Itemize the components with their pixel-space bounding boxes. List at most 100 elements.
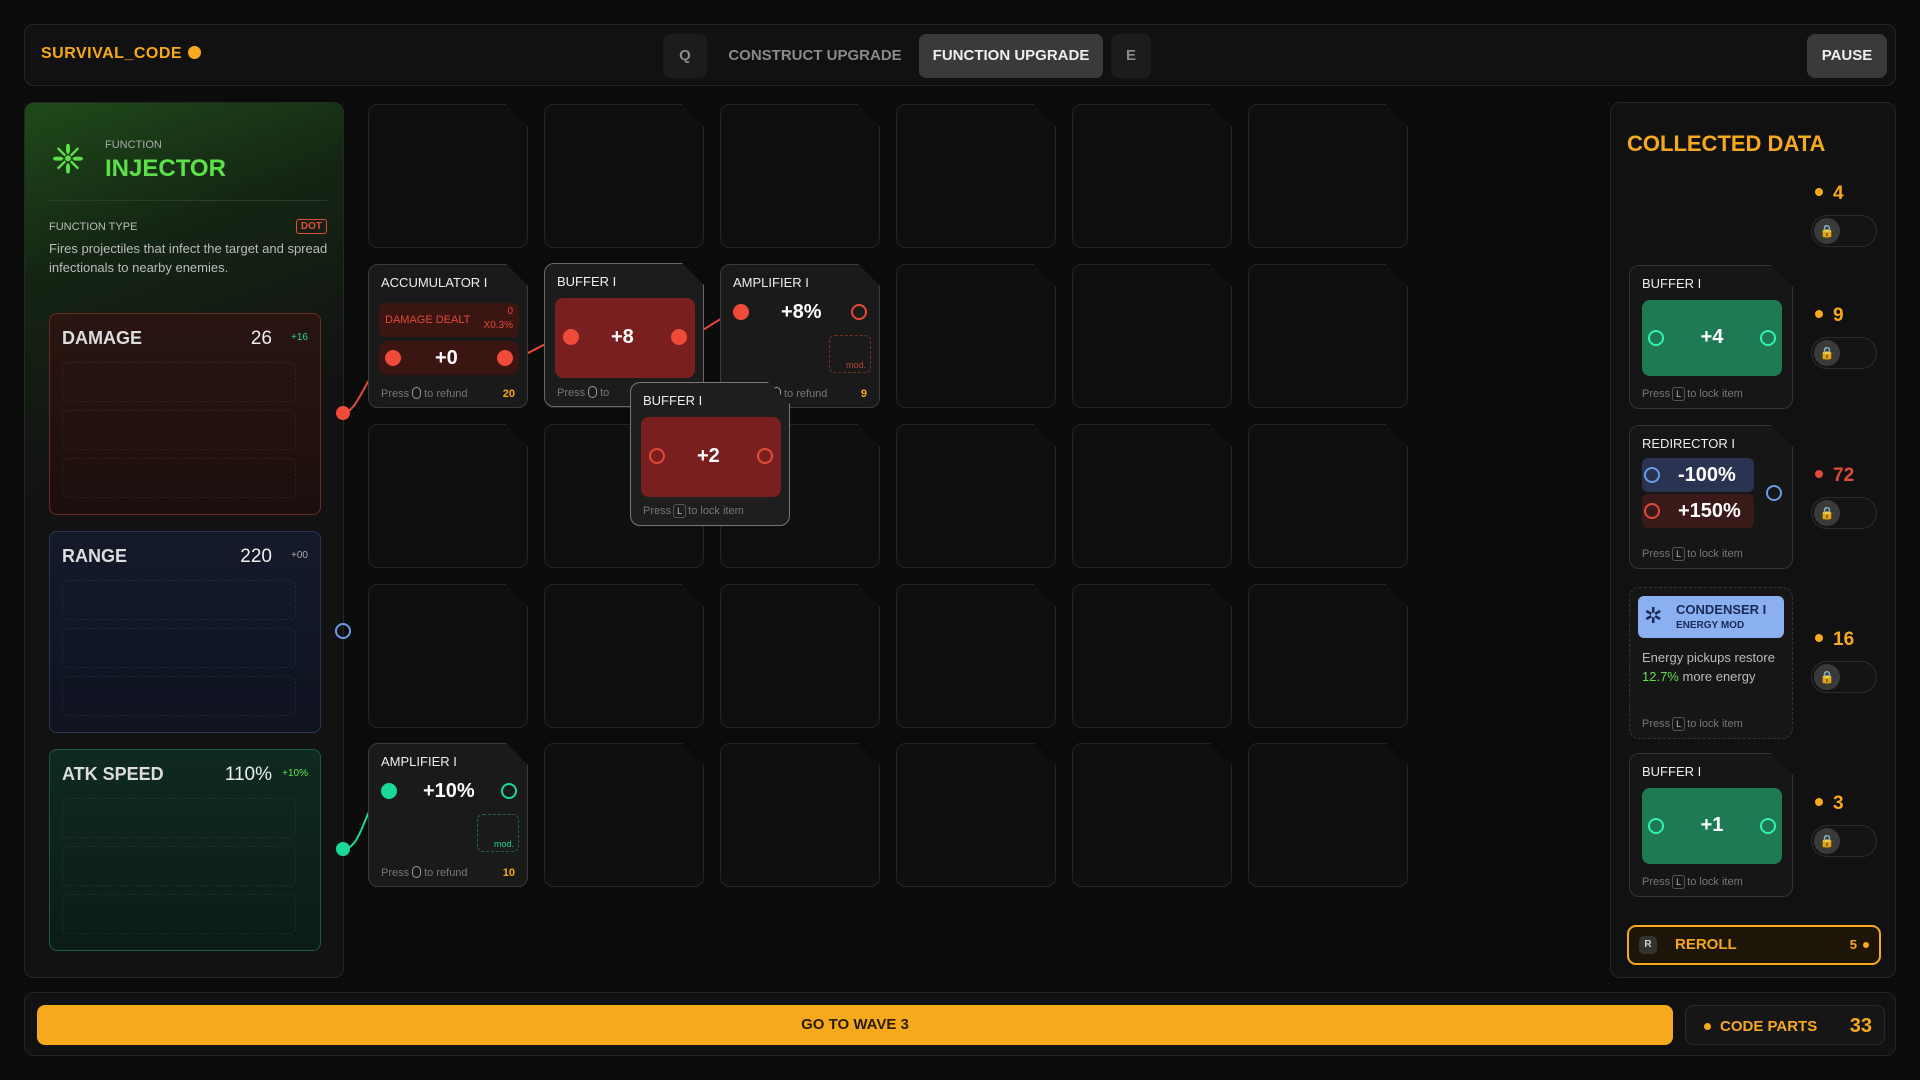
lock-toggle[interactable]: 🔒 xyxy=(1811,497,1877,529)
grid-slot[interactable] xyxy=(1072,424,1232,568)
lock-toggle[interactable]: 🔒 xyxy=(1811,661,1877,693)
coin-icon xyxy=(1815,188,1823,196)
input-port[interactable] xyxy=(1648,330,1664,346)
stat-slot[interactable] xyxy=(62,362,296,402)
key-hint: L xyxy=(1672,387,1685,401)
card-value: +2 xyxy=(697,445,720,467)
card-footer: Press to refund xyxy=(381,388,468,400)
tab-prev-key[interactable]: Q xyxy=(663,34,707,78)
input-port[interactable] xyxy=(563,329,579,345)
mod-slot[interactable]: mod. xyxy=(477,814,519,852)
stat-slot[interactable] xyxy=(62,676,296,716)
card-title: AMPLIFIER I xyxy=(733,275,809,290)
input-port[interactable] xyxy=(1648,818,1664,834)
output-port[interactable] xyxy=(757,448,773,464)
input-port[interactable] xyxy=(1644,467,1660,483)
lock-toggle[interactable]: 🔒 xyxy=(1811,825,1877,857)
grid-slot[interactable] xyxy=(368,424,528,568)
code-parts-label: CODE PARTS xyxy=(1720,1018,1818,1035)
grid-slot[interactable] xyxy=(544,104,704,248)
collected-item-redirector[interactable]: REDIRECTOR I -100% +150% Press Lto lock i… xyxy=(1629,425,1793,569)
grid-slot[interactable] xyxy=(544,584,704,728)
reroll-label: REROLL xyxy=(1675,936,1737,953)
grid-slot[interactable] xyxy=(1248,743,1408,887)
grid-slot[interactable] xyxy=(896,104,1056,248)
function-kind-label: FUNCTION xyxy=(105,139,162,151)
input-port[interactable] xyxy=(1644,503,1660,519)
stat-bonus: +00 xyxy=(291,550,308,561)
grid-slot[interactable] xyxy=(1248,104,1408,248)
grid-slot[interactable] xyxy=(1248,264,1408,408)
card-title: BUFFER I xyxy=(1642,764,1702,779)
tab-next-key[interactable]: E xyxy=(1111,34,1151,78)
input-port[interactable] xyxy=(649,448,665,464)
stat-slot[interactable] xyxy=(62,798,296,838)
collected-item-buffer[interactable]: BUFFER I +4 Press Lto lock item xyxy=(1629,265,1793,409)
coin-icon xyxy=(1815,310,1823,318)
damage-dealt-value: 0 xyxy=(507,306,513,317)
grid-slot[interactable] xyxy=(368,584,528,728)
grid-slot[interactable] xyxy=(1072,584,1232,728)
output-port[interactable] xyxy=(1766,485,1782,501)
grid-slot[interactable] xyxy=(896,743,1056,887)
grid-slot[interactable] xyxy=(1248,424,1408,568)
amplifier-card[interactable]: AMPLIFIER I +10% mod. Press to refund 10 xyxy=(368,743,528,887)
lock-icon: 🔒 xyxy=(1814,218,1840,244)
stat-slot[interactable] xyxy=(62,458,296,498)
output-port[interactable] xyxy=(851,304,867,320)
grid-slot[interactable] xyxy=(1072,743,1232,887)
lock-toggle[interactable]: 🔒 xyxy=(1811,215,1877,247)
grid-slot[interactable] xyxy=(896,584,1056,728)
function-panel: ❈ FUNCTION INJECTOR FUNCTION TYPE DOT Fi… xyxy=(24,102,344,978)
grid-slot[interactable] xyxy=(720,104,880,248)
stat-range: RANGE 220 +00 xyxy=(49,531,321,733)
top-bar: SURVIVAL_CODE Q CONSTRUCT UPGRADE FUNCTI… xyxy=(24,24,1896,86)
card-footer: Press to refund xyxy=(381,867,468,879)
output-port[interactable] xyxy=(501,783,517,799)
lock-toggle[interactable]: 🔒 xyxy=(1811,337,1877,369)
grid-slot[interactable] xyxy=(368,104,528,248)
output-port[interactable] xyxy=(671,329,687,345)
card-footer: Press Lto lock item xyxy=(643,505,744,517)
card-title: ACCUMULATOR I xyxy=(381,275,488,290)
grid-slot[interactable] xyxy=(1072,264,1232,408)
grid-slot[interactable] xyxy=(896,264,1056,408)
stat-slot[interactable] xyxy=(62,628,296,668)
input-port[interactable] xyxy=(385,350,401,366)
mod-slot[interactable]: mod. xyxy=(829,335,871,373)
grid-slot[interactable] xyxy=(1248,584,1408,728)
grid-slot[interactable] xyxy=(720,743,880,887)
tab-construct-upgrade[interactable]: CONSTRUCT UPGRADE xyxy=(715,34,915,78)
damage-dealt-mult: X0.3% xyxy=(483,320,513,331)
input-port[interactable] xyxy=(733,304,749,320)
stat-name: DAMAGE xyxy=(62,328,142,348)
damage-dealt-label: DAMAGE DEALT xyxy=(385,314,471,326)
grid-slot[interactable] xyxy=(544,743,704,887)
buffer-card-dragging[interactable]: BUFFER I +2 Press Lto lock item xyxy=(630,382,790,526)
accumulator-card[interactable]: ACCUMULATOR I DAMAGE DEALT 0 X0.3% +0 Pr… xyxy=(368,264,528,408)
output-port[interactable] xyxy=(1760,818,1776,834)
slot-price: 4 xyxy=(1815,183,1844,205)
card-footer: Press to xyxy=(557,387,610,399)
grid-slot[interactable] xyxy=(1072,104,1232,248)
reroll-button[interactable]: R REROLL 5 xyxy=(1627,925,1881,965)
stat-slot[interactable] xyxy=(62,410,296,450)
code-parts-counter: CODE PARTS 33 xyxy=(1685,1005,1885,1045)
stat-slot[interactable] xyxy=(62,894,296,934)
pause-button[interactable]: PAUSE xyxy=(1807,34,1887,78)
collected-item-condenser[interactable]: ✲ CONDENSER I ENERGY MOD Energy pickups … xyxy=(1629,587,1793,739)
go-to-wave-button[interactable]: GO TO WAVE 3 xyxy=(37,1005,1673,1045)
stat-slot[interactable] xyxy=(62,580,296,620)
grid-slot[interactable] xyxy=(896,424,1056,568)
output-port[interactable] xyxy=(497,350,513,366)
tab-function-upgrade[interactable]: FUNCTION UPGRADE xyxy=(919,34,1103,78)
item-price: 3 xyxy=(1815,793,1844,815)
input-port[interactable] xyxy=(381,783,397,799)
stat-bonus: +16 xyxy=(291,332,308,343)
stat-slot[interactable] xyxy=(62,846,296,886)
output-port[interactable] xyxy=(1760,330,1776,346)
game-title-text: SURVIVAL_CODE xyxy=(41,45,183,62)
collected-item-buffer[interactable]: BUFFER I +1 Press Lto lock item xyxy=(1629,753,1793,897)
item-price: 72 xyxy=(1815,465,1854,487)
grid-slot[interactable] xyxy=(720,584,880,728)
